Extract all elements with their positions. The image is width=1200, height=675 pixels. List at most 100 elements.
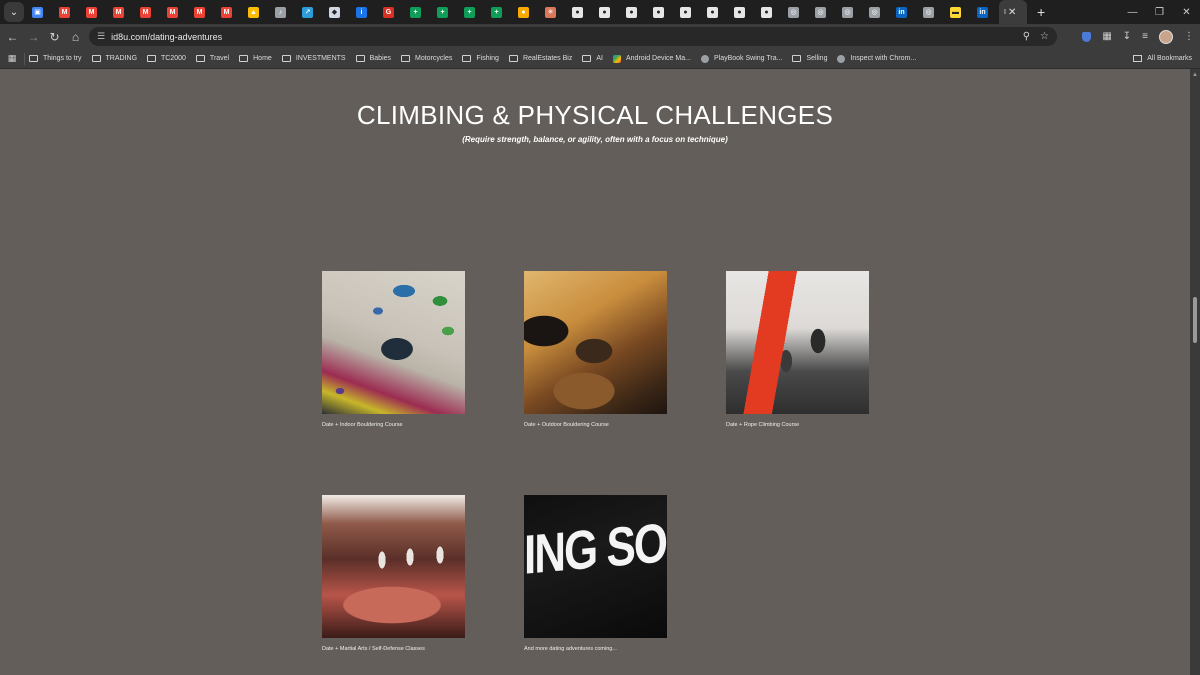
browser-tab[interactable]: ✳ [540,0,567,24]
reading-list-icon[interactable]: ≡ [1142,31,1148,42]
zoom-icon[interactable]: ⚲ [1023,31,1030,42]
bookmark-item[interactable]: Travel [195,55,229,62]
close-window-button[interactable]: ✕ [1173,7,1200,18]
bookmark-star-icon[interactable]: ☆ [1040,31,1049,42]
minimize-button[interactable]: — [1119,7,1146,18]
adventure-card[interactable]: Date + Indoor Bouldering Course [322,271,465,428]
browser-tab[interactable]: ◎ [918,0,945,24]
browser-tab[interactable]: M [189,0,216,24]
browser-tab[interactable]: ● [702,0,729,24]
site-info-icon[interactable]: ☰ [97,31,105,42]
browser-tab[interactable]: G [378,0,405,24]
browser-tab[interactable]: ● [648,0,675,24]
browser-tab[interactable]: ● [729,0,756,24]
gmail-icon: M [194,6,205,18]
browser-tab[interactable]: ● [675,0,702,24]
bookmark-item[interactable]: TC2000 [147,55,186,62]
bookmark-item[interactable]: Fishing [462,55,499,62]
close-tab-icon[interactable]: ✕ [1008,7,1016,18]
browser-tab[interactable]: ◎ [837,0,864,24]
back-button[interactable]: ← [2,30,23,44]
apps-grid-icon[interactable]: ▦ [1,53,23,64]
browser-tab[interactable]: + [459,0,486,24]
browser-tab[interactable]: M [81,0,108,24]
bookmark-item[interactable]: Things to try [29,55,82,62]
browser-tab[interactable]: ◆ [324,0,351,24]
browser-tab[interactable]: in [891,0,918,24]
adventure-card[interactable]: Date + Martial Arts / Self-Defense Class… [322,495,465,652]
address-bar[interactable]: ☰ id8u.com/dating-adventures ⚲ ☆ [89,27,1057,46]
extensions-icon[interactable]: ▦ [1102,31,1111,42]
browser-tab[interactable]: ▲ [243,0,270,24]
coming-soon-photo[interactable]: ING SOON [524,495,667,638]
card-caption[interactable]: Date + Indoor Bouldering Course [322,422,465,428]
browser-tab[interactable]: ● [594,0,621,24]
bookmark-item[interactable]: Motorcycles [401,55,452,62]
browser-tab[interactable]: ▣ [27,0,54,24]
browser-tab[interactable]: + [486,0,513,24]
browser-tab[interactable]: ♪ [270,0,297,24]
browser-tab[interactable]: ◎ [810,0,837,24]
bookmark-item[interactable]: Android Device Ma... [612,54,691,63]
active-tab-title: I [1004,8,1006,16]
outdoor-bouldering-photo[interactable] [524,271,667,414]
browser-tab[interactable]: ◎ [864,0,891,24]
card-caption[interactable]: Date + Martial Arts / Self-Defense Class… [322,646,465,652]
scroll-up-arrow-icon[interactable]: ▲ [1192,72,1198,78]
profile-avatar[interactable] [1159,29,1173,44]
rope-climbing-photo[interactable] [726,271,869,414]
browser-tab[interactable]: M [216,0,243,24]
bitwarden-extension-icon[interactable] [1082,31,1092,42]
bookmark-item[interactable]: Selling [792,55,827,62]
browser-tab[interactable]: in [972,0,999,24]
bookmark-item[interactable]: Home [239,55,272,62]
url-text[interactable]: id8u.com/dating-adventures [111,32,222,42]
card-caption[interactable]: Date + Outdoor Bouldering Course [524,422,667,428]
forward-button[interactable]: → [23,30,44,44]
folder-icon [1133,55,1143,62]
menu-icon[interactable]: ⋮ [1184,31,1194,42]
home-button[interactable]: ⌂ [65,30,86,44]
browser-tab[interactable]: M [135,0,162,24]
card-caption[interactable]: And more dating adventures coming... [524,646,667,652]
browser-tab[interactable]: M [54,0,81,24]
all-bookmarks-button[interactable]: All Bookmarks [1133,49,1192,68]
download-icon[interactable]: ↧ [1123,31,1131,42]
card-caption[interactable]: Date + Rope Climbing Course [726,422,869,428]
bookmark-item[interactable]: INVESTMENTS [281,55,346,62]
indoor-bouldering-photo[interactable] [322,271,465,414]
adventure-card[interactable]: Date + Rope Climbing Course [726,271,869,428]
browser-tab[interactable]: M [162,0,189,24]
page-scrollbar[interactable]: ▲ [1190,69,1200,675]
browser-tab[interactable]: + [432,0,459,24]
scrollbar-thumb[interactable] [1193,297,1197,343]
browser-tab[interactable]: ● [756,0,783,24]
adventure-card[interactable]: ING SOON And more dating adventures comi… [524,495,667,652]
page-content: CLIMBING & PHYSICAL CHALLENGES (Require … [0,69,1190,675]
folder-icon [355,55,365,62]
bookmark-item[interactable]: AI [582,55,603,62]
reload-button[interactable]: ↻ [44,30,65,44]
browser-tab[interactable]: ● [567,0,594,24]
browser-tab[interactable]: M [108,0,135,24]
bookmark-item[interactable]: RealEstates Biz [508,55,572,62]
browser-tab[interactable]: + [405,0,432,24]
browser-tab[interactable]: i [351,0,378,24]
adventure-card[interactable]: Date + Outdoor Bouldering Course [524,271,667,428]
martial-arts-photo[interactable] [322,495,465,638]
bookmark-item[interactable]: Babies [355,55,391,62]
active-tab[interactable]: I ✕ [999,0,1027,24]
browser-tab[interactable]: ↗ [297,0,324,24]
restore-button[interactable]: ❐ [1146,7,1173,18]
browser-tab[interactable]: ◎ [783,0,810,24]
tab-search-button[interactable]: ⌄ [4,2,24,22]
bookmark-item[interactable]: TRADING [91,55,137,62]
browser-tab[interactable]: ▬ [945,0,972,24]
browser-tab[interactable]: ● [621,0,648,24]
browser-tab[interactable]: ● [513,0,540,24]
android-icon [612,54,621,63]
bookmark-item[interactable]: PlayBook Swing Tra... [700,54,782,63]
new-tab-button[interactable]: + [1037,4,1045,20]
bookmark-item[interactable]: Inspect with Chrom... [837,54,916,63]
shield-icon: ◆ [329,6,340,18]
